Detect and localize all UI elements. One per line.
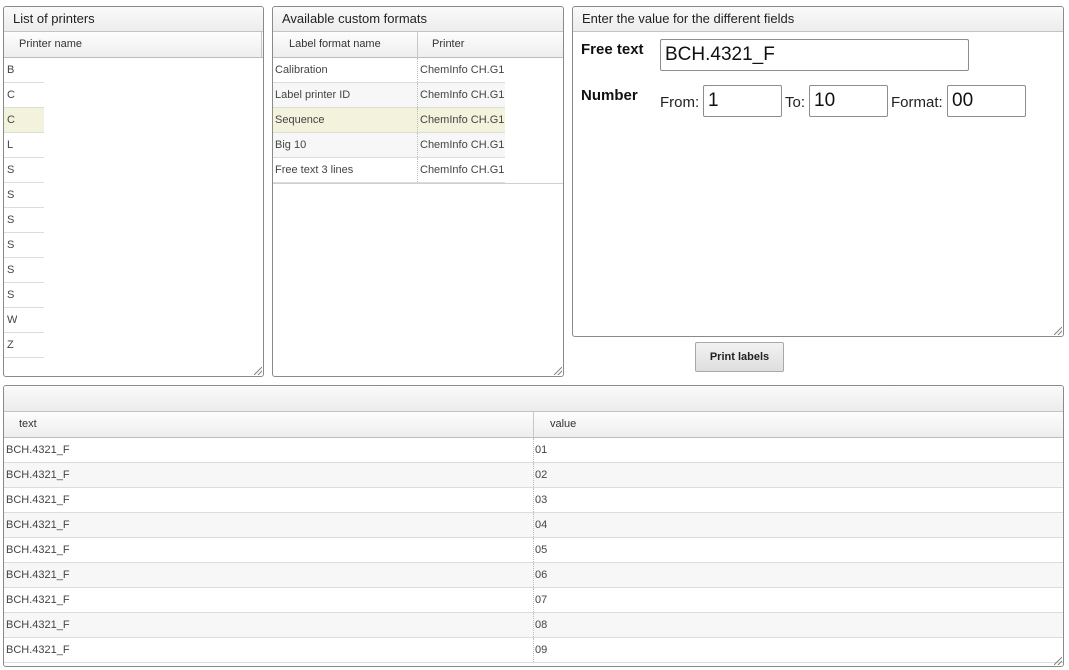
column-header-text[interactable]: text <box>4 412 534 437</box>
result-text-cell: BCH.4321_F <box>4 588 534 612</box>
format-name-cell: Sequence <box>273 108 418 132</box>
result-value-cell: 04 <box>535 519 548 531</box>
result-row[interactable]: BCH.4321_F 04 <box>4 513 1063 538</box>
printer-row[interactable]: S <box>4 158 44 183</box>
format-row[interactable]: Big 10 ChemInfo CH.G1. <box>273 133 505 158</box>
printer-name-cell: S <box>7 214 15 226</box>
printer-row[interactable]: L <box>4 133 44 158</box>
printers-panel: List of printers Printer name B C C L S S S S S S… <box>3 6 264 377</box>
printers-panel-title: List of printers <box>4 7 263 32</box>
printer-name-cell: S <box>7 189 15 201</box>
printer-row[interactable]: C <box>4 108 44 133</box>
result-value-cell: 08 <box>535 619 548 631</box>
printer-name-cell: C <box>7 89 15 101</box>
format-row[interactable]: Free text 3 lines ChemInfo CH.G1. <box>273 158 505 183</box>
format-row[interactable]: Sequence ChemInfo CH.G1. <box>273 108 505 133</box>
column-header-value[interactable]: value <box>534 412 1063 437</box>
from-input[interactable]: 1 <box>703 85 782 117</box>
format-printer-cell: ChemInfo CH.G1. <box>420 139 505 151</box>
format-label: Format: <box>891 94 943 111</box>
result-text-cell: BCH.4321_F <box>4 638 534 662</box>
result-text-cell: BCH.4321_F <box>4 613 534 637</box>
result-row[interactable]: BCH.4321_F 05 <box>4 538 1063 563</box>
printers-list: B C C L S S S S S S W Z <box>4 58 263 358</box>
result-value-cell: 09 <box>535 644 548 656</box>
column-header-printer-name[interactable]: Printer name <box>4 32 262 57</box>
column-header-printer[interactable]: Printer <box>418 32 563 57</box>
format-printer-cell: ChemInfo CH.G1. <box>420 89 505 101</box>
to-label: To: <box>785 94 806 111</box>
column-header-label-format-name[interactable]: Label format name <box>273 32 418 57</box>
format-input[interactable]: 00 <box>947 85 1026 117</box>
resize-grip-icon[interactable] <box>1054 657 1062 665</box>
result-row[interactable]: BCH.4321_F 08 <box>4 613 1063 638</box>
printer-name-cell: S <box>7 164 15 176</box>
print-labels-button[interactable]: Print labels <box>695 342 784 372</box>
printer-row[interactable]: S <box>4 258 44 283</box>
resize-grip-icon[interactable] <box>554 367 562 375</box>
format-name-cell: Free text 3 lines <box>273 158 418 182</box>
from-label: From: <box>660 94 700 111</box>
format-printer-cell: ChemInfo CH.G1. <box>420 64 505 76</box>
free-text-label: Free text <box>581 41 644 58</box>
resize-grip-icon[interactable] <box>1054 327 1062 335</box>
format-printer-cell: ChemInfo CH.G1. <box>420 114 505 126</box>
results-list: BCH.4321_F 01 BCH.4321_F 02 BCH.4321_F 03 BCH.… <box>4 438 1063 663</box>
fields-panel-title: Enter the value for the different fields <box>573 7 1063 32</box>
formats-panel: Available custom formats Label format na… <box>272 6 564 377</box>
fields-panel: Enter the value for the different fields… <box>572 6 1064 337</box>
results-panel-title <box>4 386 1063 412</box>
result-value-cell: 06 <box>535 569 548 581</box>
result-row[interactable]: BCH.4321_F 01 <box>4 438 1063 463</box>
printers-grid-header: Printer name <box>4 32 263 58</box>
format-row[interactable]: Calibration ChemInfo CH.G1. <box>273 58 505 83</box>
result-row[interactable]: BCH.4321_F 02 <box>4 463 1063 488</box>
printer-row[interactable]: S <box>4 208 44 233</box>
printer-row[interactable]: W <box>4 308 44 333</box>
printer-name-cell: S <box>7 264 15 276</box>
result-text-cell: BCH.4321_F <box>4 513 534 537</box>
format-printer-cell: ChemInfo CH.G1. <box>420 164 505 176</box>
result-text-cell: BCH.4321_F <box>4 538 534 562</box>
printer-row[interactable]: C <box>4 83 44 108</box>
formats-list: Calibration ChemInfo CH.G1. Label printer … <box>273 58 563 184</box>
result-value-cell: 02 <box>535 469 548 481</box>
result-row[interactable]: BCH.4321_F 06 <box>4 563 1063 588</box>
result-row[interactable]: BCH.4321_F 03 <box>4 488 1063 513</box>
results-panel: text value BCH.4321_F 01 BCH.4321_F 02 BCH.4… <box>3 385 1064 667</box>
result-text-cell: BCH.4321_F <box>4 438 534 462</box>
printer-name-cell: S <box>7 289 15 301</box>
printer-row[interactable]: B <box>4 58 44 83</box>
printer-name-cell: L <box>7 139 14 151</box>
format-name-cell: Big 10 <box>273 133 418 157</box>
result-value-cell: 01 <box>535 444 548 456</box>
printer-name-cell: S <box>7 239 15 251</box>
result-text-cell: BCH.4321_F <box>4 463 534 487</box>
format-row[interactable]: Label printer ID ChemInfo CH.G1. <box>273 83 505 108</box>
printer-row[interactable]: S <box>4 233 44 258</box>
format-name-cell: Calibration <box>273 58 418 82</box>
formats-grid-header: Label format name Printer <box>273 32 563 58</box>
printer-name-cell: B <box>7 64 15 76</box>
printer-row[interactable]: S <box>4 183 44 208</box>
result-value-cell: 07 <box>535 594 548 606</box>
free-text-input[interactable]: BCH.4321_F <box>660 39 969 71</box>
result-row[interactable]: BCH.4321_F 07 <box>4 588 1063 613</box>
result-text-cell: BCH.4321_F <box>4 563 534 587</box>
result-row[interactable]: BCH.4321_F 09 <box>4 638 1063 663</box>
format-name-cell: Label printer ID <box>273 83 418 107</box>
printer-name-cell: W <box>7 314 18 326</box>
printer-row[interactable]: Z <box>4 333 44 358</box>
resize-grip-icon[interactable] <box>254 367 262 375</box>
to-input[interactable]: 10 <box>809 85 888 117</box>
printer-name-cell: C <box>7 114 15 126</box>
result-value-cell: 05 <box>535 544 548 556</box>
result-text-cell: BCH.4321_F <box>4 488 534 512</box>
printer-row[interactable]: S <box>4 283 44 308</box>
formats-panel-title: Available custom formats <box>273 7 563 32</box>
result-value-cell: 03 <box>535 494 548 506</box>
results-grid-header: text value <box>4 412 1063 438</box>
number-label: Number <box>581 87 638 104</box>
printer-name-cell: Z <box>7 339 14 351</box>
